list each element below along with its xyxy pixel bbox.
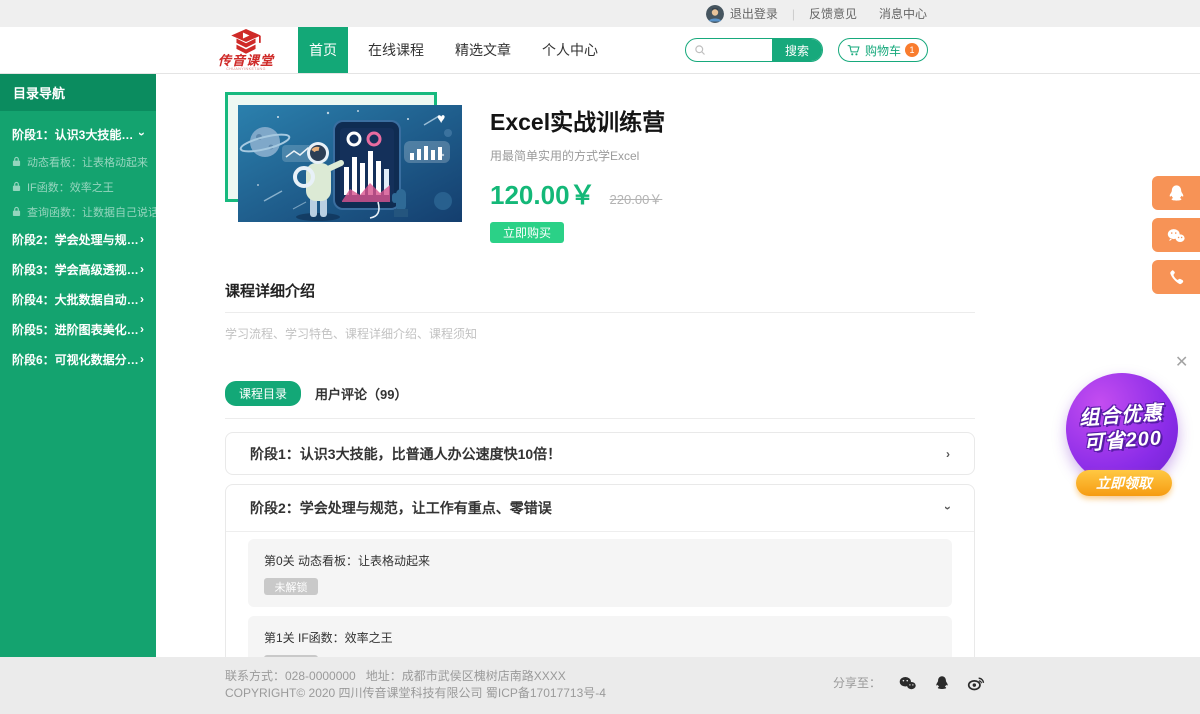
cart-icon bbox=[847, 44, 861, 57]
course-header: ♥ Excel实战训练营 用最简单实用的方式学Excel 120.00￥ 220… bbox=[225, 90, 1200, 243]
favorite-heart-icon[interactable]: ♥ bbox=[437, 110, 445, 126]
nav-item-home[interactable]: 首页 bbox=[298, 27, 348, 73]
feedback-link[interactable]: 反馈意见 bbox=[809, 5, 857, 22]
lesson-row[interactable]: 第0关 动态看板：让表格动起来 未解锁 bbox=[248, 539, 952, 607]
nav-item-courses[interactable]: 在线课程 bbox=[357, 27, 435, 73]
sidebar-subitem-lookup[interactable]: 查询函数：让数据自己说话 bbox=[0, 199, 156, 224]
main-content: ♥ Excel实战训练营 用最简单实用的方式学Excel 120.00￥ 220… bbox=[156, 74, 1200, 657]
contact-float-bar bbox=[1152, 176, 1200, 294]
course-title: Excel实战训练营 bbox=[490, 103, 665, 137]
course-info: Excel实战训练营 用最简单实用的方式学Excel 120.00￥ 220.0… bbox=[490, 90, 665, 243]
brand-subtitle: CHUANYINKETANG bbox=[226, 66, 266, 71]
chevron-right-icon: › bbox=[140, 263, 144, 275]
chevron-right-icon: › bbox=[140, 233, 144, 245]
search-box: 搜索 bbox=[685, 38, 823, 62]
weibo-share-icon[interactable] bbox=[967, 675, 986, 691]
wechat-icon bbox=[1166, 227, 1186, 244]
chevron-down-icon: › bbox=[942, 506, 954, 510]
sidebar-subitem-dashboard[interactable]: 动态看板：让表格动起来 bbox=[0, 149, 156, 174]
search-button[interactable]: 搜索 bbox=[772, 38, 822, 62]
messages-link[interactable]: 消息中心 bbox=[879, 5, 927, 22]
qq-share-icon[interactable] bbox=[934, 675, 950, 691]
chevron-right-icon: › bbox=[140, 293, 144, 305]
main-menu: 首页 在线课程 精选文章 个人中心 bbox=[298, 27, 618, 73]
footer-info: 联系方式：028-0000000 地址：成都市武侯区槐树店南路XXXX COPY… bbox=[225, 668, 606, 702]
nav-item-profile[interactable]: 个人中心 bbox=[531, 27, 609, 73]
logout-link[interactable]: 退出登录 bbox=[730, 5, 778, 22]
chevron-right-icon: › bbox=[140, 353, 144, 365]
tab-comments[interactable]: 用户评论（99） bbox=[315, 384, 407, 403]
footer-share: 分享至： bbox=[833, 674, 986, 691]
footer-copyright: COPYRIGHT© 2020 四川传音课堂科技有限公司 蜀ICP备170177… bbox=[225, 685, 606, 702]
brand-name: 传音课堂 bbox=[218, 55, 274, 66]
phone-contact-button[interactable] bbox=[1152, 260, 1200, 294]
course-cover-image[interactable] bbox=[238, 105, 462, 222]
graduation-cap-icon bbox=[228, 29, 264, 55]
chevron-right-icon: › bbox=[140, 323, 144, 335]
chevron-right-icon: › bbox=[946, 448, 950, 460]
promo-line2: 可省200 bbox=[1083, 426, 1163, 456]
detail-crumbs: 学习流程、学习特色、课程详细介绍、课程须知 bbox=[225, 325, 1200, 342]
promo-popup: ✕ 组合优惠 可省200 立即领取 bbox=[1058, 346, 1200, 508]
wechat-share-icon[interactable] bbox=[898, 675, 917, 691]
footer-contact: 联系方式：028-0000000 地址：成都市武侯区槐树店南路XXXX bbox=[225, 668, 606, 685]
sidebar-item-stage4[interactable]: 阶段4：大批数据自动统计分析，... › bbox=[0, 284, 156, 314]
phone-icon bbox=[1168, 269, 1185, 286]
search-icon bbox=[694, 44, 706, 56]
brand-logo[interactable]: 传音课堂 CHUANYINKETANG bbox=[218, 27, 274, 73]
sidebar-item-stage2[interactable]: 阶段2：学会处理与规范，让工作... › bbox=[0, 224, 156, 254]
detail-heading: 课程详细介绍 bbox=[225, 280, 975, 313]
nav-item-articles[interactable]: 精选文章 bbox=[444, 27, 522, 73]
catalog-sidebar: 目录导航 阶段1：认识3大技能，比普通人... › 动态看板：让表格动起来 IF… bbox=[0, 74, 156, 657]
tab-bar: 课程目录 用户评论（99） bbox=[225, 381, 975, 419]
course-media: ♥ bbox=[225, 90, 462, 226]
chevron-down-icon: › bbox=[136, 132, 148, 136]
sidebar-item-stage6[interactable]: 阶段6：可视化数据分析，帮老板... › bbox=[0, 344, 156, 374]
share-label: 分享至： bbox=[833, 674, 881, 691]
topbar-divider: | bbox=[792, 7, 795, 21]
cart-label: 购物车 bbox=[865, 42, 901, 59]
qq-contact-button[interactable] bbox=[1152, 176, 1200, 210]
tab-catalog[interactable]: 课程目录 bbox=[225, 381, 301, 406]
current-price: 120.00￥ bbox=[490, 175, 596, 212]
sidebar-item-stage5[interactable]: 阶段5：进阶图表美化，让汇报一... › bbox=[0, 314, 156, 344]
claim-coupon-button[interactable]: 立即领取 bbox=[1076, 470, 1172, 496]
user-menu[interactable]: 退出登录 bbox=[706, 5, 778, 23]
footer: 联系方式：028-0000000 地址：成都市武侯区槐树店南路XXXX COPY… bbox=[0, 657, 1200, 714]
price-row: 120.00￥ 220.00￥ bbox=[490, 175, 665, 212]
avatar-image bbox=[706, 5, 724, 23]
topbar: 退出登录 | 反馈意见 消息中心 bbox=[0, 0, 1200, 27]
accordion-stage1[interactable]: 阶段1：认识3大技能，比普通人办公速度快10倍！ › bbox=[225, 432, 975, 475]
search-input[interactable] bbox=[706, 39, 772, 61]
wechat-contact-button[interactable] bbox=[1152, 218, 1200, 252]
lock-icon bbox=[12, 206, 21, 217]
course-subtitle: 用最简单实用的方式学Excel bbox=[490, 147, 665, 164]
avatar[interactable] bbox=[706, 5, 724, 23]
locked-status-badge: 未解锁 bbox=[264, 578, 318, 595]
qq-icon bbox=[1167, 184, 1186, 203]
sidebar-title: 目录导航 bbox=[0, 74, 156, 111]
original-price: 220.00￥ bbox=[610, 189, 663, 208]
navbar: 传音课堂 CHUANYINKETANG 首页 在线课程 精选文章 个人中心 搜索 bbox=[0, 27, 1200, 74]
sidebar-subitem-if[interactable]: IF函数：效率之王 bbox=[0, 174, 156, 199]
nav-right: 搜索 购物车 1 bbox=[685, 27, 928, 73]
lock-icon bbox=[12, 156, 21, 167]
lock-icon bbox=[12, 181, 21, 192]
cart-button[interactable]: 购物车 1 bbox=[838, 38, 928, 62]
accordion-stage2-header[interactable]: 阶段2：学会处理与规范，让工作有重点、零错误 › bbox=[226, 485, 974, 532]
buy-now-button[interactable]: 立即购买 bbox=[490, 222, 564, 243]
cart-count-badge: 1 bbox=[905, 43, 919, 57]
sidebar-item-stage3[interactable]: 阶段3：学会高级透视，拥有同时... › bbox=[0, 254, 156, 284]
close-icon[interactable]: ✕ bbox=[1175, 352, 1188, 372]
sidebar-item-stage1[interactable]: 阶段1：认识3大技能，比普通人... › bbox=[0, 119, 156, 149]
